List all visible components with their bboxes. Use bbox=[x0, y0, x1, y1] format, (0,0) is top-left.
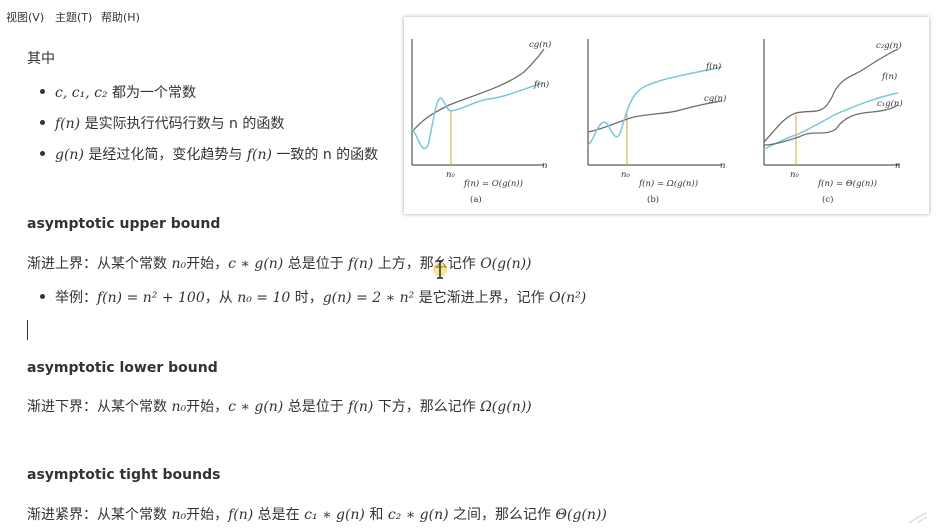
intro-title: 其中 bbox=[27, 51, 55, 67]
text: 之间，那么记作 bbox=[448, 507, 556, 523]
caption: (c) bbox=[822, 194, 833, 205]
lower-label: cg(n) bbox=[704, 93, 726, 104]
cg-curve bbox=[587, 100, 723, 133]
text: 和 bbox=[364, 507, 388, 523]
asymptotic-notation-figure: cg(n) f(n) n₀ n f(n) = O(g(n)) (a) f(n) … bbox=[404, 17, 929, 214]
math: O(g(n)) bbox=[480, 256, 532, 272]
cg-curve bbox=[411, 48, 545, 133]
math: c ∗ g(n) bbox=[228, 256, 284, 272]
text: ，从 bbox=[204, 290, 238, 306]
heading-upper-bound: asymptotic upper bound bbox=[27, 216, 221, 232]
intro-bullet-constants: c, c₁, c₂ 都为一个常数 bbox=[55, 82, 196, 102]
math: n₀ bbox=[171, 507, 187, 523]
menu-view[interactable]: 视图(V) bbox=[6, 9, 44, 25]
formula: f(n) = Θ(g(n)) bbox=[817, 178, 877, 189]
math: Ω(g(n)) bbox=[480, 399, 532, 415]
text: 渐进下界：从某个常数 bbox=[27, 399, 172, 415]
text: 上方，那么记作 bbox=[373, 256, 481, 272]
panel-a: cg(n) f(n) n₀ n f(n) = O(g(n)) (a) bbox=[411, 39, 551, 205]
text: 开始， bbox=[186, 399, 229, 415]
text: 开始， bbox=[186, 507, 229, 523]
panel-b: f(n) cg(n) n₀ n f(n) = Ω(g(n)) (b) bbox=[587, 39, 726, 205]
text: 是它渐进上界，记作 bbox=[414, 290, 550, 306]
lower-bound-line: 渐进下界：从某个常数 n₀开始，c ∗ g(n) 总是位于 f(n) 下方，那么… bbox=[27, 396, 532, 416]
text: 时， bbox=[290, 290, 323, 306]
text-caret bbox=[27, 320, 28, 340]
upper-bound-example: 举例：f(n) = n² + 100，从 n₀ = 10 时，g(n) = 2 … bbox=[55, 287, 586, 307]
math-gn: g(n) bbox=[55, 147, 84, 163]
math: f(n) bbox=[348, 256, 374, 272]
text: 总是在 bbox=[253, 507, 305, 523]
n0-label: n₀ bbox=[621, 170, 630, 180]
formula: f(n) = Ω(g(n)) bbox=[638, 178, 698, 189]
heading-tight-bounds: asymptotic tight bounds bbox=[27, 467, 221, 483]
formula: f(n) = O(g(n)) bbox=[463, 178, 523, 189]
math: n₀ = 10 bbox=[237, 290, 291, 306]
upper-label: cg(n) bbox=[529, 39, 551, 50]
text: 总是位于 bbox=[283, 399, 349, 415]
mid-label: f(n) bbox=[881, 71, 897, 82]
upper-label: f(n) bbox=[705, 61, 721, 72]
bullet-dot bbox=[40, 120, 45, 125]
math-fn: f(n) bbox=[246, 147, 272, 163]
math: f(n) bbox=[228, 507, 254, 523]
bullet-dot bbox=[40, 294, 45, 299]
math: O(n²) bbox=[549, 290, 587, 306]
upper-label: c₂g(n) bbox=[876, 40, 902, 51]
math: f(n) bbox=[348, 399, 374, 415]
intro-bullet-fn: f(n) 是实际执行代码行数与 n 的函数 bbox=[55, 113, 284, 133]
math: n₀ bbox=[171, 256, 187, 272]
menu-theme[interactable]: 主题(T) bbox=[55, 9, 92, 25]
math: g(n) = 2 ∗ n² bbox=[322, 290, 415, 306]
mouse-cursor-icon bbox=[433, 260, 447, 279]
text: 渐进上界：从某个常数 bbox=[27, 256, 172, 272]
panel-c: c₂g(n) f(n) c₁g(n) n₀ n f(n) = Θ(g(n)) (… bbox=[763, 39, 903, 205]
upper-bound-line: 渐进上界：从某个常数 n₀开始，c ∗ g(n) 总是位于 f(n) 上方，那么… bbox=[27, 253, 532, 273]
lower-label: c₁g(n) bbox=[877, 98, 903, 109]
caption: (a) bbox=[470, 194, 482, 205]
resize-grip-icon[interactable] bbox=[907, 511, 929, 525]
math-constants: c, c₁, c₂ bbox=[55, 85, 108, 101]
math: Θ(g(n)) bbox=[555, 507, 607, 523]
text: 渐进紧界：从某个常数 bbox=[27, 507, 172, 523]
bullet-dot bbox=[40, 151, 45, 156]
bullet-text: 都为一个常数 bbox=[107, 85, 197, 101]
axis-n-label: n bbox=[895, 161, 900, 171]
menu-help[interactable]: 帮助(H) bbox=[101, 9, 140, 25]
bullet-text: 一致的 n 的函数 bbox=[271, 147, 379, 163]
intro-bullet-gn: g(n) 是经过化简，变化趋势与 f(n) 一致的 n 的函数 bbox=[55, 144, 378, 164]
math: n₀ bbox=[171, 399, 187, 415]
bullet-text: 是实际执行代码行数与 n 的函数 bbox=[80, 116, 285, 132]
axis-n-label: n bbox=[720, 161, 725, 171]
text: 举例： bbox=[55, 290, 97, 306]
bullet-text: 是经过化简，变化趋势与 bbox=[83, 147, 247, 163]
tight-bound-line: 渐进紧界：从某个常数 n₀开始，f(n) 总是在 c₁ ∗ g(n) 和 c₂ … bbox=[27, 504, 607, 524]
n0-label: n₀ bbox=[446, 170, 455, 180]
f-curve bbox=[411, 82, 543, 150]
figure-svg: cg(n) f(n) n₀ n f(n) = O(g(n)) (a) f(n) … bbox=[411, 39, 903, 205]
heading-lower-bound: asymptotic lower bound bbox=[27, 360, 218, 376]
text: 开始， bbox=[186, 256, 229, 272]
text: 下方，那么记作 bbox=[373, 399, 481, 415]
math: c₂ ∗ g(n) bbox=[387, 507, 449, 523]
math-fn: f(n) bbox=[55, 116, 81, 132]
math: c₁ ∗ g(n) bbox=[304, 507, 365, 523]
lower-label: f(n) bbox=[533, 79, 549, 90]
c2g-curve bbox=[763, 48, 899, 143]
f-curve bbox=[587, 66, 723, 146]
n0-label: n₀ bbox=[790, 170, 799, 180]
caption: (b) bbox=[647, 194, 659, 205]
math: f(n) = n² + 100 bbox=[97, 290, 205, 306]
text: 总是位于 bbox=[283, 256, 349, 272]
bullet-dot bbox=[40, 89, 45, 94]
math: c ∗ g(n) bbox=[228, 399, 284, 415]
axis-n-label: n bbox=[542, 161, 547, 171]
